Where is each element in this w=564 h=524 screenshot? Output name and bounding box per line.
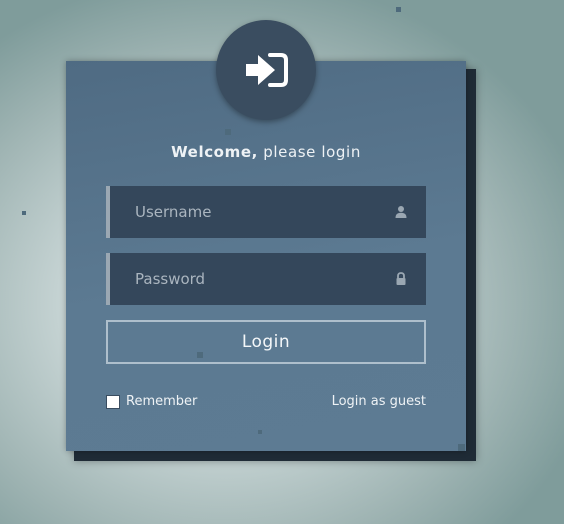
password-field [106, 253, 426, 305]
username-field [106, 186, 426, 238]
welcome-strong: Welcome, [171, 143, 258, 161]
welcome-heading: Welcome, please login [66, 143, 466, 161]
username-input[interactable] [110, 186, 426, 238]
background-speck [22, 211, 26, 215]
remember-checkbox[interactable] [106, 394, 120, 409]
welcome-rest: please login [257, 143, 361, 161]
remember-label: Remember [126, 394, 198, 409]
user-icon [395, 206, 407, 218]
login-button[interactable]: Login [106, 320, 426, 364]
sign-in-icon [246, 53, 288, 87]
card-speck [458, 444, 465, 451]
header-icon-circle [216, 20, 316, 120]
background-speck [396, 7, 401, 12]
password-input[interactable] [110, 253, 426, 305]
card-speck [225, 129, 231, 135]
lock-icon [396, 272, 406, 285]
guest-login-link[interactable]: Login as guest [332, 394, 426, 409]
card-speck [258, 430, 262, 434]
remember-option[interactable]: Remember [106, 394, 197, 409]
